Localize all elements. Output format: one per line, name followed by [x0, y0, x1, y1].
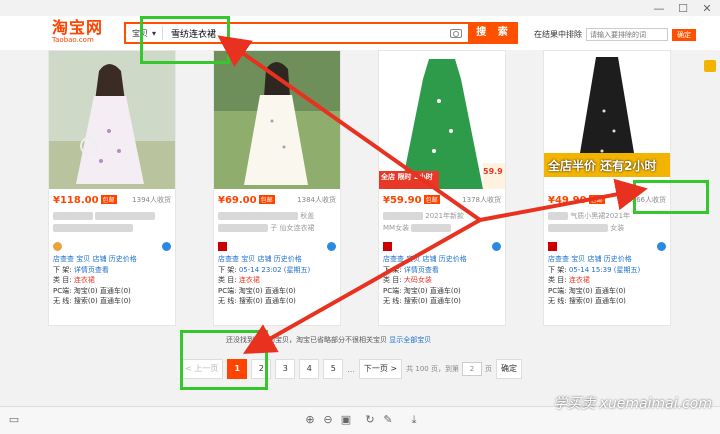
page-button[interactable]: 5: [323, 359, 344, 379]
page-button[interactable]: 4: [299, 359, 320, 379]
next-page-button[interactable]: 下一页 >: [358, 359, 403, 379]
shop-links[interactable]: 店查查 宝贝 店铺 历史价格: [53, 255, 137, 263]
wangwang-icon[interactable]: [492, 241, 501, 251]
wangwang-icon[interactable]: [327, 241, 336, 251]
product-info: 店查查 宝贝 店铺 历史价格 下 架: 05-14 23:02 (星期五) 类 …: [218, 255, 311, 305]
maximize-icon[interactable]: ☐: [676, 2, 690, 15]
page-jump: 共 100 页，到第 2 页: [406, 362, 492, 376]
highlight-page-number: [180, 330, 268, 390]
product-price: ¥59.90 包邮: [383, 194, 440, 206]
highlight-sales-count: [633, 180, 709, 214]
exclude-label: 在结果中排除: [534, 30, 582, 39]
monitor-icon[interactable]: ▭: [8, 414, 20, 426]
window-controls: — ☐ ✕: [652, 2, 714, 15]
taobao-header: 淘宝网 Taobao.com 宝贝 ▾ 雪纺连衣裙 搜 索 在结果中排除 确定: [0, 16, 720, 50]
shop-links[interactable]: 店查查 宝贝 店铺 历史价格: [218, 255, 302, 263]
minimize-icon[interactable]: —: [652, 2, 666, 15]
shop-links[interactable]: 店查查 宝贝 店铺 历史价格: [548, 255, 632, 263]
shop-links[interactable]: 店查查 宝贝 店铺 历史价格: [383, 255, 467, 263]
product-photo: [49, 51, 175, 189]
close-icon[interactable]: ✕: [700, 2, 714, 15]
browser-page: — ☐ ✕ 淘宝网 Taobao.com 宝贝 ▾ 雪纺连衣裙 搜 索 在结果中…: [0, 0, 720, 434]
wangwang-icon[interactable]: [162, 241, 171, 251]
product-info: 店查查 宝贝 店铺 历史价格 下 架: 05-14 15:39 (星期五) 类 …: [548, 255, 641, 305]
product-title[interactable]: 2021年新款 MM女装: [383, 210, 501, 236]
exclude-input[interactable]: [586, 28, 668, 41]
side-icon[interactable]: [704, 60, 716, 72]
page-jump-confirm-button[interactable]: 确定: [495, 359, 522, 379]
promo-banner: 全店半价 还有2小时: [548, 159, 657, 173]
product-image[interactable]: [49, 51, 175, 189]
camera-icon[interactable]: [450, 28, 462, 38]
product-price: ¥118.00 包邮: [53, 194, 117, 206]
rotate-icon[interactable]: ↻: [364, 414, 376, 426]
show-all-link[interactable]: 显示全部宝贝: [389, 336, 431, 344]
product-photo: [214, 51, 340, 189]
wangwang-icon[interactable]: [657, 241, 666, 251]
edit-icon[interactable]: ✎: [382, 414, 394, 426]
product-sales: 1378人收货: [462, 196, 501, 204]
product-title[interactable]: 秋盖 子 仙女连衣裙: [218, 210, 336, 236]
side-strip: [700, 60, 720, 92]
logo-text: 淘宝网: [52, 18, 104, 37]
product-sales: 1384人收货: [297, 196, 336, 204]
promo-badge: 全店 限时 2小时: [381, 173, 433, 181]
taobao-logo[interactable]: 淘宝网 Taobao.com: [52, 20, 106, 45]
page-ellipsis: ...: [347, 364, 355, 374]
product-image[interactable]: [214, 51, 340, 189]
exclude-confirm-button[interactable]: 确定: [672, 28, 696, 41]
shop-badge-icon: [383, 241, 392, 251]
shop-badge-icon: [218, 241, 227, 251]
exclude-filter: 在结果中排除 确定: [534, 28, 696, 41]
fit-icon[interactable]: ▣: [340, 414, 352, 426]
product-sales: 1394人收货: [132, 196, 171, 204]
watermark: 学买卖 xuemaimai.com: [553, 396, 712, 412]
zoom-out-icon[interactable]: ⊖: [322, 414, 334, 426]
product-card[interactable]: ¥69.00 包邮 1384人收货 秋盖 子 仙女连衣裙 店查查 宝贝 店铺 历史…: [213, 50, 341, 326]
product-info: 店查查 宝贝 店铺 历史价格 下 架: 详情页查看 类 目: 连衣裙 PC端: …: [53, 255, 137, 305]
product-card[interactable]: 全店 限时 2小时 59.9 ¥59.90 包邮 1378人收货 2021年新款 M…: [378, 50, 506, 326]
logo-subtext: Taobao.com: [52, 36, 94, 44]
product-card[interactable]: ¥118.00 包邮 1394人收货 店查查 宝贝 店铺 历史价格 下 架: 详情…: [48, 50, 176, 326]
highlight-search-query: [140, 16, 230, 64]
zoom-in-icon[interactable]: ⊕: [304, 414, 316, 426]
coupon-price: 59.9: [483, 167, 503, 176]
page-jump-input[interactable]: 2: [461, 362, 482, 376]
product-price: ¥49.90 包邮: [548, 194, 605, 206]
product-info: 店查查 宝贝 店铺 历史价格 下 架: 详情页查看 类 目: 大码女装 PC端:…: [383, 255, 467, 305]
shop-badge-icon: [53, 241, 62, 251]
shop-badge-icon: [548, 241, 557, 251]
product-title[interactable]: [53, 210, 171, 236]
download-icon[interactable]: ⤓: [408, 414, 420, 426]
search-button[interactable]: 搜 索: [470, 22, 518, 44]
product-image[interactable]: 全店 限时 2小时 59.9: [379, 51, 505, 189]
product-price: ¥69.00 包邮: [218, 194, 275, 206]
page-button[interactable]: 3: [275, 359, 296, 379]
product-image[interactable]: 全店半价 还有2小时: [544, 51, 670, 189]
